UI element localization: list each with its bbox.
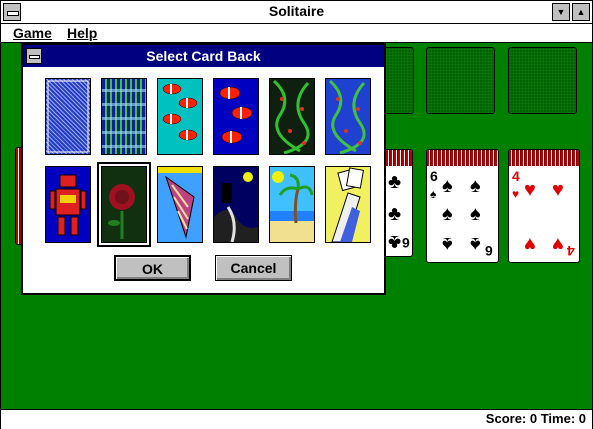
seashell-icon <box>158 167 202 239</box>
menu-game-label: Game <box>13 25 52 41</box>
card-back-clownfish-blue[interactable] <box>213 78 259 155</box>
card-rank: 6 <box>430 168 438 184</box>
window-title: Solitaire <box>268 3 325 19</box>
spade-icon: ♠ <box>470 203 481 225</box>
menu-help-label: Help <box>67 25 98 41</box>
rose-icon <box>108 184 135 239</box>
clownfish-icon <box>219 86 253 144</box>
card-back-roses[interactable] <box>97 162 151 247</box>
foundation-pile-3[interactable] <box>508 47 577 114</box>
card-back-green-vines-black[interactable] <box>269 78 315 155</box>
card-back-beach-palm[interactable] <box>269 166 315 243</box>
card-back-blue-crosshatch[interactable] <box>45 78 91 155</box>
card-back-robot[interactable] <box>45 166 91 243</box>
title-bar: Solitaire ▼ ▲ <box>1 1 592 24</box>
foundation-pile-2[interactable] <box>426 47 495 114</box>
spade-icon: ♠ <box>470 233 481 255</box>
card-back-green-vines-blue[interactable] <box>325 78 371 155</box>
score-time-readout: Score: 0 Time: 0 <box>485 411 586 426</box>
card-rank-inverted: 4 <box>567 243 575 259</box>
heart-icon: ♥ <box>524 179 536 201</box>
crosshatch-pattern <box>47 80 89 153</box>
weave-pattern <box>102 89 146 148</box>
castle-icon <box>214 172 258 242</box>
dialog-title: Select Card Back <box>146 48 261 64</box>
menu-game[interactable]: Game <box>13 25 52 41</box>
menu-help[interactable]: Help <box>67 25 97 41</box>
vines-pattern <box>328 79 366 154</box>
ok-button[interactable]: OK <box>114 255 191 281</box>
spade-icon: ♠ <box>430 187 437 201</box>
heart-icon: ♥ <box>512 187 520 201</box>
spade-icon: ♠ <box>442 233 453 255</box>
tableau-card-6-spades[interactable]: 6 ♠ ♠ ♠ ♠ ♠ ♠ ♠ 6 <box>426 149 499 263</box>
minimize-button[interactable]: ▼ <box>552 3 570 21</box>
status-bar: Score: 0 Time: 0 <box>1 409 592 429</box>
magician-hand-icon <box>331 167 365 242</box>
spade-icon: ♠ <box>470 175 481 197</box>
card-back-seashell[interactable] <box>157 166 203 243</box>
card-rank: 6 <box>402 235 410 251</box>
club-icon: ♣ <box>388 203 402 225</box>
card-back-clownfish-cyan[interactable] <box>157 78 203 155</box>
card-back-castle[interactable] <box>213 166 259 243</box>
menu-bar: Game Help <box>1 24 592 43</box>
spade-icon: ♠ <box>442 175 453 197</box>
select-card-back-dialog: Select Card Back OK Cancel <box>21 43 386 295</box>
vines-pattern <box>272 79 310 154</box>
cancel-button[interactable]: Cancel <box>215 255 292 281</box>
palm-tree-icon <box>270 171 314 242</box>
spade-icon: ♠ <box>442 203 453 225</box>
club-icon: ♣ <box>388 231 402 253</box>
dialog-title-bar: Select Card Back <box>23 45 384 67</box>
card-rank: 4 <box>512 168 520 184</box>
robot-icon <box>49 174 87 236</box>
tableau-card-4-hearts[interactable]: 4 ♥ ♥ ♥ ♥ ♥ 4 <box>508 149 580 263</box>
card-back-magician-hand[interactable] <box>325 166 371 243</box>
heart-icon: ♥ <box>524 233 536 255</box>
heart-icon: ♥ <box>552 179 564 201</box>
club-icon: ♣ <box>388 171 402 193</box>
card-back-green-weave[interactable] <box>101 78 147 155</box>
clownfish-icon <box>162 83 198 141</box>
heart-icon: ♥ <box>552 233 564 255</box>
card-rank-inverted: 6 <box>485 243 493 259</box>
maximize-button[interactable]: ▲ <box>572 3 590 21</box>
